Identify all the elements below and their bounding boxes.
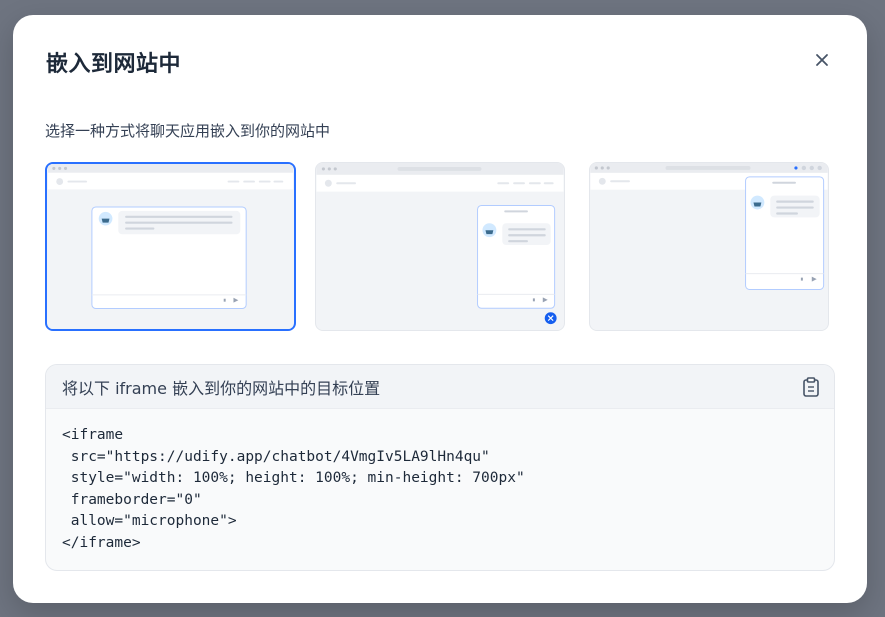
embed-option-fullscreen[interactable] [45, 162, 296, 331]
code-line: <iframe [62, 427, 124, 443]
close-button[interactable] [813, 51, 831, 69]
copy-button[interactable] [800, 376, 822, 398]
embed-option-chrome-extension[interactable] [589, 162, 829, 331]
code-line: allow="microphone"> [62, 513, 237, 530]
bubble-embed-illustration [316, 163, 564, 330]
embed-code-header: 将以下 iframe 嵌入到你的网站中的目标位置 [46, 365, 834, 409]
code-line: </iframe> [62, 534, 141, 551]
modal-title: 嵌入到网站中 [46, 52, 182, 77]
embed-code-block[interactable]: <iframe src="https://udify.app/chatbot/4… [46, 409, 834, 570]
code-line: src="https://udify.app/chatbot/4VmgIv5LA… [62, 448, 490, 465]
extension-embed-illustration [590, 163, 828, 330]
embed-option-floating-bubble[interactable] [315, 162, 565, 331]
fullscreen-embed-illustration [47, 164, 294, 329]
modal-subtitle: 选择一种方式将聊天应用嵌入到你的网站中 [45, 122, 331, 140]
embed-code-instruction: 将以下 iframe 嵌入到你的网站中的目标位置 [62, 378, 381, 398]
code-line: frameborder="0" [62, 491, 202, 508]
embed-modal: 嵌入到网站中 选择一种方式将聊天应用嵌入到你的网站中 将以下 iframe 嵌入… [13, 15, 867, 603]
code-line: style="width: 100%; height: 100%; min-he… [62, 470, 525, 487]
close-icon [816, 54, 828, 66]
embed-code-card: 将以下 iframe 嵌入到你的网站中的目标位置 <iframe src="ht… [45, 364, 835, 571]
clipboard-icon [803, 377, 819, 397]
